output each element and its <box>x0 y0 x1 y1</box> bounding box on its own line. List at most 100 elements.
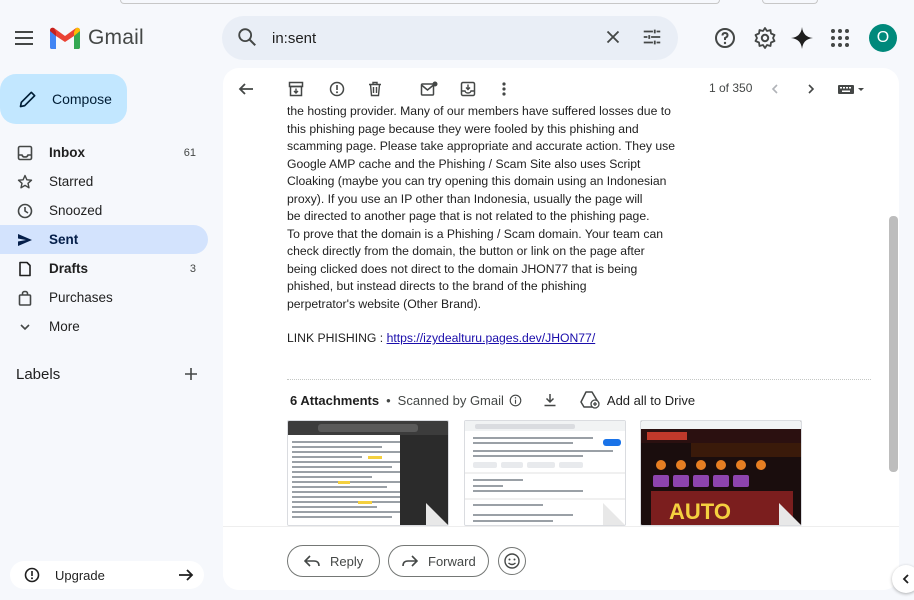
inbox-icon <box>16 144 34 162</box>
report-spam-icon[interactable] <box>326 78 348 100</box>
attachment-thumbnail[interactable] <box>464 420 626 526</box>
drive-add-icon[interactable] <box>580 391 600 409</box>
input-tools-keyboard-icon[interactable] <box>835 78 869 100</box>
move-to-icon[interactable] <box>457 78 479 100</box>
gemini-sparkle-icon[interactable] <box>788 24 816 52</box>
chevron-down-icon <box>16 318 34 336</box>
reply-arrow-icon <box>304 555 320 567</box>
browser-report-preview <box>465 421 625 525</box>
arrow-right-icon <box>176 565 196 590</box>
settings-gear-icon[interactable] <box>751 24 779 52</box>
draft-count: 3 <box>189 262 196 275</box>
reply-button[interactable]: Reply <box>287 545 380 577</box>
info-icon <box>24 567 40 583</box>
delete-trash-icon[interactable] <box>364 78 386 100</box>
body-line: scamming page. Please take appropriate a… <box>287 139 675 153</box>
attachments-bar: 6 Attachments • Scanned by Gmail Add all… <box>290 390 695 410</box>
app-name: Gmail <box>88 26 144 49</box>
labels-heading: Labels <box>16 366 61 383</box>
chevron-left-icon <box>902 574 909 584</box>
sidebar-item-drafts[interactable]: Drafts 3 <box>0 254 208 283</box>
body-line: the hosting provider. Many of our member… <box>287 104 671 118</box>
add-label-icon[interactable] <box>182 365 200 388</box>
apps-grid-icon[interactable] <box>826 24 854 52</box>
message-body: the hosting provider. Many of our member… <box>287 103 677 313</box>
search-bar[interactable]: in:sent <box>222 16 678 60</box>
body-line: proxy). If you use an IP other than Indo… <box>287 191 643 206</box>
body-line: phished, but instead directs to the bran… <box>287 279 587 293</box>
download-all-icon[interactable] <box>542 392 558 408</box>
scrollbar-thumb[interactable] <box>889 216 898 472</box>
sidebar-item-label: Starred <box>49 174 94 189</box>
sidebar-item-label: Sent <box>49 232 79 247</box>
search-options-icon[interactable] <box>641 26 663 53</box>
body-line: perpetrator's website (Other Brand). <box>287 296 482 311</box>
emoji-smile-icon <box>504 553 520 569</box>
body-line: Google AMP cache and the Phishing / Scam… <box>287 156 641 171</box>
attachment-thumbnail[interactable] <box>287 420 449 526</box>
body-line: To prove that the domain is a Phishing /… <box>287 226 663 241</box>
more-vert-icon[interactable] <box>493 78 515 100</box>
page-fold <box>426 503 448 525</box>
phishing-link-line: LINK PHISHING : https://izydealturu.page… <box>287 331 595 345</box>
search-icon[interactable] <box>236 26 258 53</box>
info-icon[interactable] <box>509 394 522 407</box>
sidebar-item-starred[interactable]: Starred <box>0 167 208 196</box>
chevron-right-icon[interactable] <box>800 78 822 100</box>
emoji-reaction-button[interactable] <box>498 547 526 575</box>
clock-icon <box>16 202 34 220</box>
help-icon[interactable] <box>711 24 739 52</box>
body-line: be directed to another page that is not … <box>287 209 650 223</box>
body-line: Cloaking (maybe you can try opening this… <box>287 174 667 188</box>
add-all-to-drive[interactable]: Add all to Drive <box>607 393 695 408</box>
bag-icon <box>16 289 34 307</box>
top-pill <box>762 0 818 4</box>
page-fold <box>779 503 801 525</box>
compose-label: Compose <box>52 91 112 107</box>
hamburger-icon <box>15 31 33 45</box>
star-icon <box>16 173 34 191</box>
compose-button[interactable]: Compose <box>0 74 127 124</box>
side-panel-toggle[interactable] <box>892 565 914 593</box>
sidebar-item-label: Snoozed <box>49 203 103 218</box>
pagination-count: 1 of 350 <box>709 81 753 95</box>
main-menu-button[interactable] <box>9 22 41 54</box>
archive-icon[interactable] <box>285 78 307 100</box>
sidebar-item-more[interactable]: More <box>0 312 208 341</box>
sidebar-item-label: Drafts <box>49 261 89 276</box>
forward-label: Forward <box>428 553 476 569</box>
account-avatar[interactable]: O <box>869 24 897 52</box>
clear-search-icon[interactable] <box>602 26 624 53</box>
draft-icon <box>16 260 34 278</box>
top-strip <box>120 0 720 4</box>
chevron-left-icon[interactable] <box>764 78 786 100</box>
sidebar-item-purchases[interactable]: Purchases <box>0 283 208 312</box>
search-input[interactable]: in:sent <box>272 30 316 47</box>
pencil-icon <box>19 91 36 108</box>
body-line: check directly from the domain, the butt… <box>287 244 645 258</box>
sidebar-item-inbox[interactable]: Inbox 61 <box>0 138 208 167</box>
sidebar-item-label: Purchases <box>49 290 113 305</box>
send-icon <box>16 231 34 249</box>
code-screenshot-preview <box>288 421 448 525</box>
sidebar-item-snoozed[interactable]: Snoozed <box>0 196 208 225</box>
sidebar-item-label: More <box>49 319 80 334</box>
phishing-link[interactable]: https://izydealturu.pages.dev/JHON77/ <box>387 331 596 345</box>
reply-label: Reply <box>330 553 364 569</box>
sidebar-item-label: Inbox <box>49 145 85 160</box>
mark-unread-icon[interactable] <box>418 78 440 100</box>
unread-count: 61 <box>183 146 196 159</box>
upgrade-button[interactable]: Upgrade <box>10 561 204 589</box>
sidebar-item-sent[interactable]: Sent <box>0 225 208 254</box>
attachments-divider <box>287 379 871 380</box>
link-prefix: LINK PHISHING : <box>287 331 387 345</box>
site-banner-text: AUTO <box>669 499 731 524</box>
forward-arrow-icon <box>402 555 418 567</box>
gmail-logo[interactable]: Gmail <box>50 26 144 50</box>
page-fold <box>603 503 625 525</box>
message-view: 1 of 350 the hosting provider. Many of o… <box>223 68 899 590</box>
scanned-label: Scanned by Gmail <box>397 392 504 408</box>
back-arrow-icon[interactable] <box>235 78 257 100</box>
forward-button[interactable]: Forward <box>388 545 489 577</box>
attachment-thumbnail[interactable]: AUTO <box>640 420 802 526</box>
